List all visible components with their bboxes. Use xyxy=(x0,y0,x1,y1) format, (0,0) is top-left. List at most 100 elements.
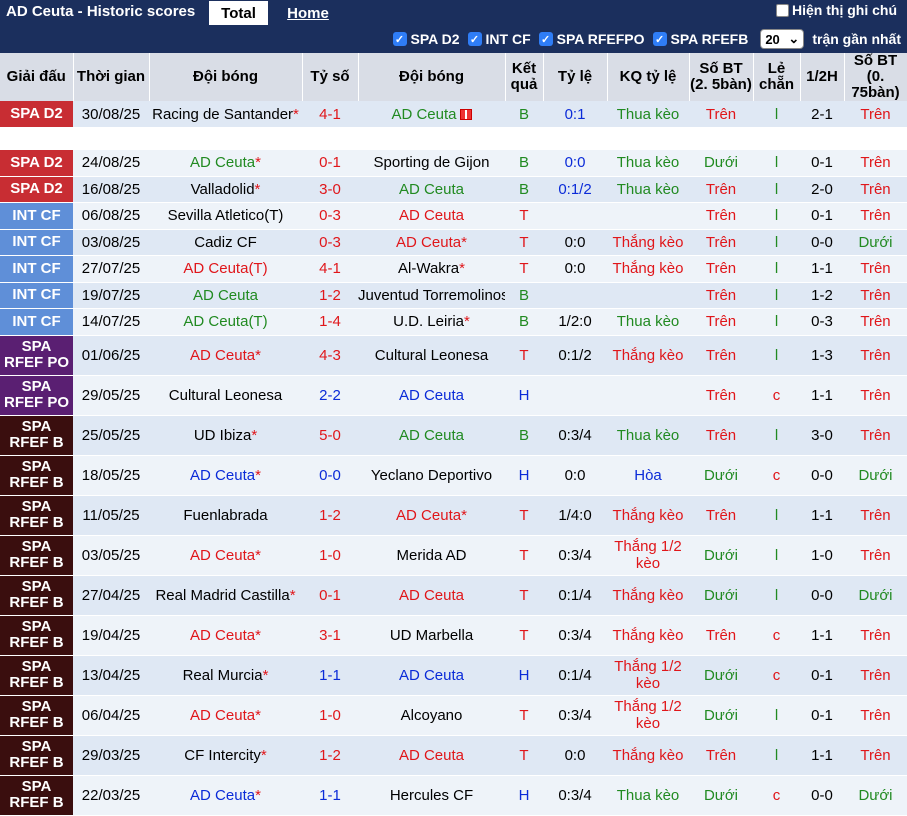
score[interactable]: 0-1 xyxy=(302,149,358,177)
col-league[interactable]: Giải đấu xyxy=(0,53,74,101)
home-team[interactable]: Valladolid* xyxy=(149,176,302,203)
ad-banner-row[interactable]: SUNCITY888.COM- TỶ LỆ THẮNG CỰC CAO , LỐ… xyxy=(0,127,907,150)
home-team[interactable]: Fuenlabrada xyxy=(149,495,302,536)
away-team[interactable]: AD Ceuta xyxy=(358,655,505,696)
table-row[interactable]: SPA RFEF B 25/05/25 UD Ibiza* 5-0 AD Ceuta B 0… xyxy=(0,415,907,456)
score[interactable]: 1-4 xyxy=(302,308,358,336)
home-team[interactable]: AD Ceuta* xyxy=(149,775,302,816)
away-team[interactable]: AD Ceuta xyxy=(358,176,505,203)
filter-spa-d2[interactable]: SPA D2 xyxy=(411,31,460,47)
home-team[interactable]: AD Ceuta xyxy=(149,282,302,309)
show-notes-toggle[interactable]: Hiện thị ghi chú xyxy=(776,2,897,18)
score[interactable]: 1-0 xyxy=(302,535,358,576)
away-team[interactable]: AD Ceuta* xyxy=(358,495,505,536)
check-icon[interactable]: ✓ xyxy=(467,32,482,46)
table-row[interactable]: SPA RFEF B 13/04/25 Real Murcia* 1-1 AD Ceut… xyxy=(0,655,907,696)
table-row[interactable]: SPA RFEF B 29/03/25 CF Intercity* 1-2 AD Ceu… xyxy=(0,735,907,776)
away-team[interactable]: Alcoyano xyxy=(358,695,505,736)
col-time[interactable]: Thời gian xyxy=(73,53,150,101)
filter-spa-rfefb[interactable]: SPA RFEFB xyxy=(671,31,749,47)
score[interactable]: 3-1 xyxy=(302,615,358,656)
tab-total[interactable]: Total xyxy=(209,1,268,25)
away-team[interactable]: UD Marbella xyxy=(358,615,505,656)
table-row[interactable]: INT CF 27/07/25 AD Ceuta(T) 4-1 Al-Wakra* T 0:… xyxy=(0,255,907,283)
home-team[interactable]: AD Ceuta* xyxy=(149,149,302,177)
ad-banner[interactable]: SUNCITY888.COM- TỶ LỆ THẮNG CỰC CAO , LỐ… xyxy=(73,127,907,150)
table-row[interactable]: INT CF 14/07/25 AD Ceuta(T) 1-4 U.D. Leiria*… xyxy=(0,308,907,336)
col-result[interactable]: Kết quả xyxy=(505,53,544,101)
table-row[interactable]: SPA RFEF B 11/05/25 Fuenlabrada 1-2 AD Ceuta… xyxy=(0,495,907,536)
away-team[interactable]: AD Ceuta* xyxy=(358,229,505,256)
score[interactable]: 0-3 xyxy=(302,229,358,256)
filter-int-cf[interactable]: INT CF xyxy=(486,31,531,47)
score[interactable]: 1-1 xyxy=(302,655,358,696)
home-team[interactable]: CF Intercity* xyxy=(149,735,302,776)
away-team[interactable]: Yeclano Deportivo xyxy=(358,455,505,496)
home-team[interactable]: UD Ibiza* xyxy=(149,415,302,456)
table-row[interactable]: SPA RFEF PO 01/06/25 AD Ceuta* 4-3 Cultural … xyxy=(0,335,907,376)
score[interactable]: 1-2 xyxy=(302,282,358,309)
tab-home[interactable]: Home xyxy=(268,1,348,25)
home-team[interactable]: AD Ceuta* xyxy=(149,335,302,376)
score[interactable]: 0-3 xyxy=(302,202,358,230)
away-team[interactable]: AD Ceuta xyxy=(358,202,505,230)
home-team[interactable]: AD Ceuta(T) xyxy=(149,255,302,283)
table-row[interactable]: SPA RFEF B 18/05/25 AD Ceuta* 0-0 Yeclano De… xyxy=(0,455,907,496)
col-handicap[interactable]: Tỷ lệ xyxy=(543,53,608,101)
away-team[interactable]: Hercules CF xyxy=(358,775,505,816)
score[interactable]: 1-0 xyxy=(302,695,358,736)
away-team[interactable]: Sporting de Gijon xyxy=(358,149,505,177)
away-team[interactable]: U.D. Leiria* xyxy=(358,308,505,336)
score[interactable]: 0-1 xyxy=(302,575,358,616)
away-team[interactable]: AD Ceuta xyxy=(358,375,505,416)
col-goals-075[interactable]: Số BT (0. 75bàn) xyxy=(844,53,907,101)
score[interactable]: 5-0 xyxy=(302,415,358,456)
home-team[interactable]: AD Ceuta* xyxy=(149,535,302,576)
col-goals-25[interactable]: Số BT (2. 5bàn) xyxy=(689,53,754,101)
home-team[interactable]: AD Ceuta* xyxy=(149,455,302,496)
table-row[interactable]: SPA RFEF B 19/04/25 AD Ceuta* 3-1 UD Marbell… xyxy=(0,615,907,656)
home-team[interactable]: Cultural Leonesa xyxy=(149,375,302,416)
away-team[interactable]: AD Ceuta xyxy=(358,735,505,776)
away-team[interactable]: AD Ceuta xyxy=(358,101,505,128)
away-team[interactable]: Al-Wakra* xyxy=(358,255,505,283)
table-row[interactable]: SPA D2 30/08/25 Racing de Santander* 4-1 AD … xyxy=(0,101,907,128)
table-row[interactable]: SPA D2 24/08/25 AD Ceuta* 0-1 Sporting de Gi… xyxy=(0,149,907,177)
score[interactable]: 1-2 xyxy=(302,735,358,776)
table-row[interactable]: SPA D2 16/08/25 Valladolid* 3-0 AD Ceuta B 0:1… xyxy=(0,176,907,203)
away-team[interactable]: Juventud Torremolinos xyxy=(358,282,505,309)
table-row[interactable]: SPA RFEF B 27/04/25 Real Madrid Castilla* 0… xyxy=(0,575,907,616)
col-score[interactable]: Tỷ số xyxy=(302,53,359,101)
check-icon[interactable]: ✓ xyxy=(538,32,553,46)
match-count-select[interactable]: 20 ⌄ xyxy=(760,29,805,49)
table-row[interactable]: INT CF 19/07/25 AD Ceuta 1-2 Juventud Torrem… xyxy=(0,282,907,309)
score[interactable]: 0-0 xyxy=(302,455,358,496)
away-team[interactable]: Cultural Leonesa xyxy=(358,335,505,376)
home-team[interactable]: Racing de Santander* xyxy=(149,101,302,128)
score[interactable]: 1-2 xyxy=(302,495,358,536)
check-icon[interactable]: ✓ xyxy=(652,32,667,46)
filter-spa-rfefpo[interactable]: SPA RFEFPO xyxy=(557,31,645,47)
home-team[interactable]: AD Ceuta(T) xyxy=(149,308,302,336)
table-row[interactable]: SPA RFEF B 06/04/25 AD Ceuta* 1-0 Alcoyano T 0… xyxy=(0,695,907,736)
home-team[interactable]: Real Madrid Castilla* xyxy=(149,575,302,616)
checkbox-icon[interactable] xyxy=(776,3,789,17)
score[interactable]: 4-3 xyxy=(302,335,358,376)
col-away[interactable]: Đội bóng xyxy=(358,53,506,101)
home-team[interactable]: AD Ceuta* xyxy=(149,695,302,736)
away-team[interactable]: Merida AD xyxy=(358,535,505,576)
col-half[interactable]: 1/2H xyxy=(800,53,845,101)
score[interactable]: 4-1 xyxy=(302,255,358,283)
home-team[interactable]: Real Murcia* xyxy=(149,655,302,696)
home-team[interactable]: Sevilla Atletico(T) xyxy=(149,202,302,230)
table-row[interactable]: SPA RFEF B 22/03/25 AD Ceuta* 1-1 Hercules C… xyxy=(0,775,907,816)
col-home[interactable]: Đội bóng xyxy=(149,53,303,101)
table-row[interactable]: SPA RFEF PO 29/05/25 Cultural Leonesa 2-2 AD… xyxy=(0,375,907,416)
away-team[interactable]: AD Ceuta xyxy=(358,575,505,616)
score[interactable]: 4-1 xyxy=(302,101,358,128)
away-team[interactable]: AD Ceuta xyxy=(358,415,505,456)
home-team[interactable]: Cadiz CF xyxy=(149,229,302,256)
table-row[interactable]: SPA RFEF B 03/05/25 AD Ceuta* 1-0 Merida AD T… xyxy=(0,535,907,576)
table-row[interactable]: INT CF 06/08/25 Sevilla Atletico(T) 0-3 AD C… xyxy=(0,202,907,230)
col-handicap-result[interactable]: KQ tỷ lệ xyxy=(607,53,690,101)
